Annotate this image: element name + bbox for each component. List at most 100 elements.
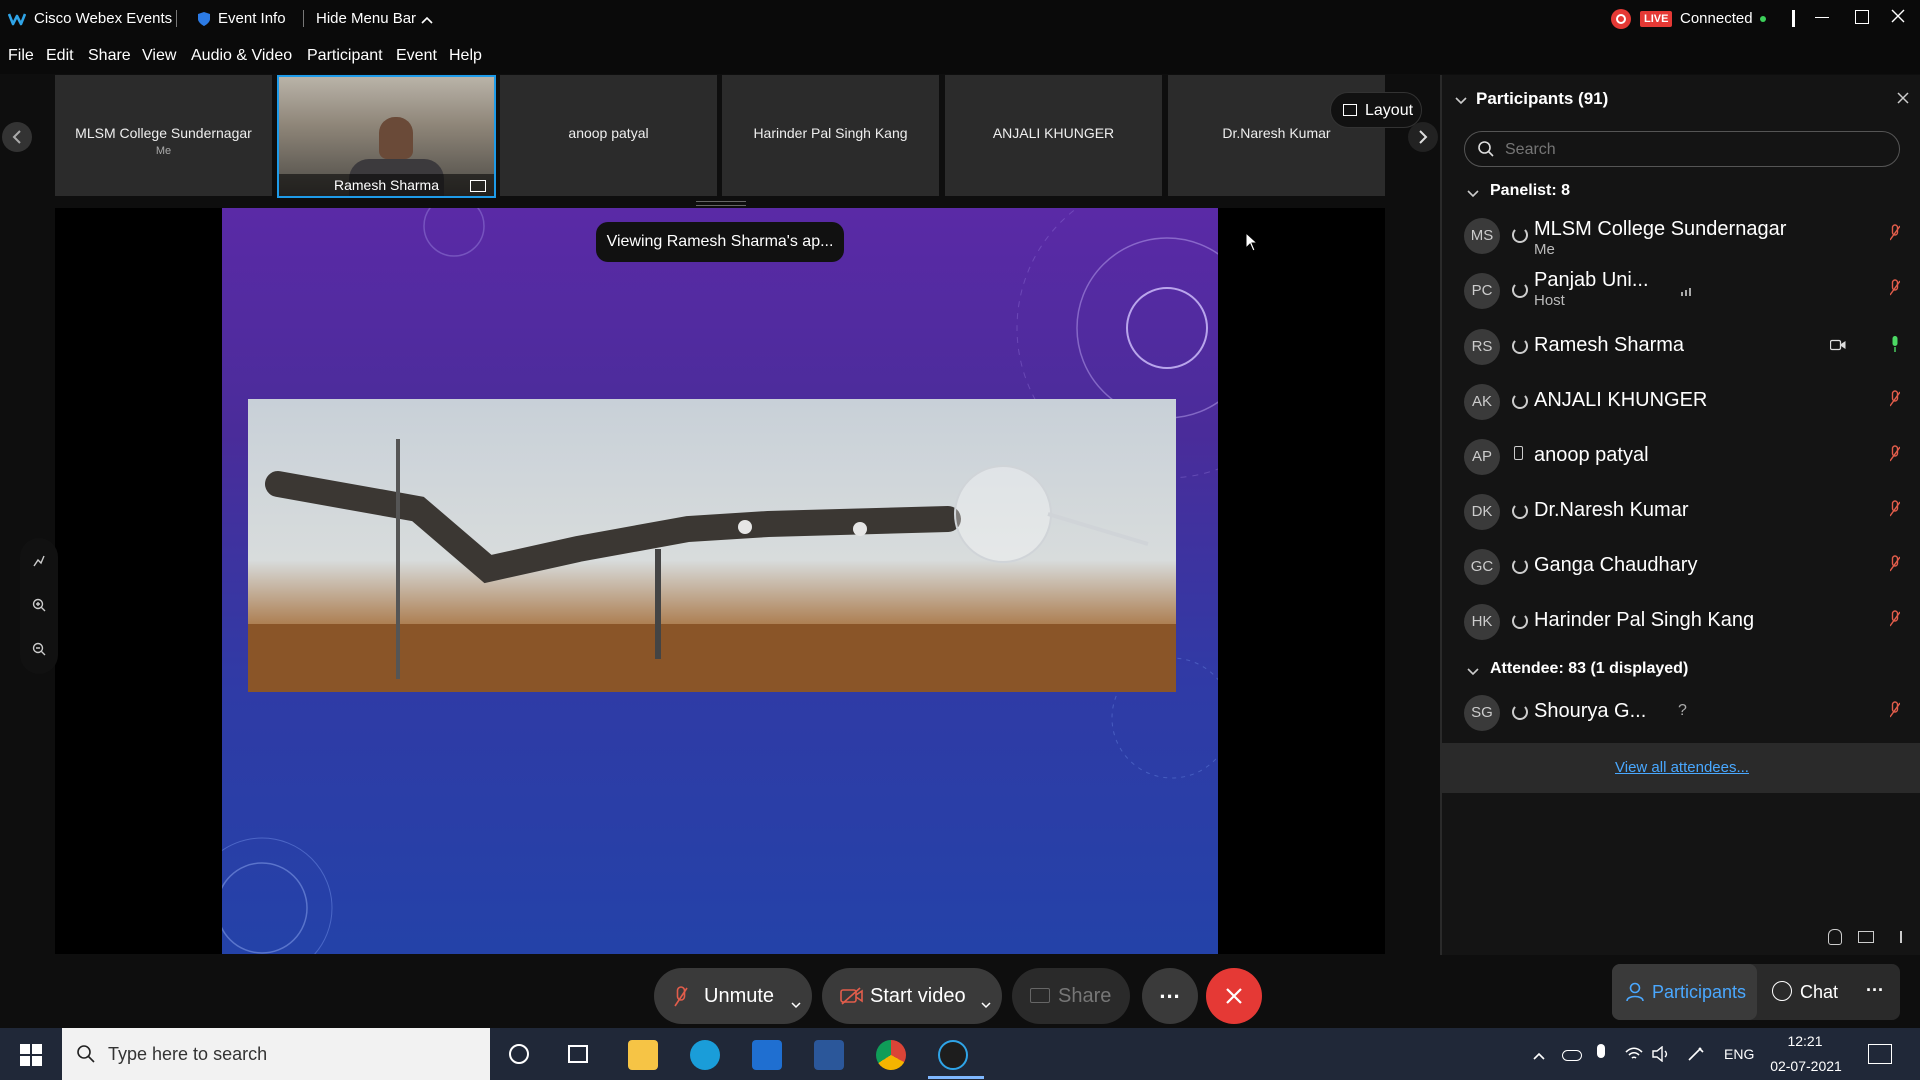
avatar: SG xyxy=(1464,695,1500,731)
announce-icon[interactable] xyxy=(1858,931,1874,943)
window-divider xyxy=(1792,10,1795,27)
view-all-attendees-link[interactable]: View all attendees... xyxy=(1442,759,1920,776)
participant-row[interactable]: AP anoop patyal xyxy=(1442,435,1920,487)
video-tile[interactable]: anoop patyal xyxy=(500,75,717,196)
participant-name: ANJALI KHUNGER xyxy=(1534,389,1708,411)
taskbar-search[interactable]: Type here to search xyxy=(62,1028,490,1080)
word-icon[interactable] xyxy=(814,1040,844,1070)
windows-start-icon[interactable] xyxy=(20,1044,42,1071)
menu-audio-video[interactable]: Audio & Video xyxy=(191,47,292,65)
participant-row[interactable]: PC Panjab Uni... Host xyxy=(1442,269,1920,321)
video-tile[interactable]: MLSM College Sundernagar Me xyxy=(55,75,272,196)
minimize-icon[interactable] xyxy=(1815,17,1829,18)
filmstrip-next-button[interactable] xyxy=(1408,122,1438,152)
chevron-down-icon[interactable] xyxy=(1466,664,1480,682)
raise-hand-icon[interactable] xyxy=(1828,929,1842,945)
muted-mic-icon[interactable] xyxy=(1889,701,1901,719)
wifi-icon[interactable] xyxy=(1624,1046,1644,1067)
video-tile-active-speaker[interactable]: Ramesh Sharma xyxy=(277,75,496,198)
muted-mic-icon[interactable] xyxy=(1889,390,1901,408)
onedrive-icon[interactable] xyxy=(1562,1050,1582,1061)
event-info-icon[interactable] xyxy=(196,11,212,32)
participant-role: Me xyxy=(1534,241,1555,258)
menu-share[interactable]: Share xyxy=(88,47,131,65)
menu-participant[interactable]: Participant xyxy=(307,47,383,65)
more-panels-icon[interactable]: ··· xyxy=(1866,980,1884,1001)
participant-row[interactable]: GC Ganga Chaudhary xyxy=(1442,545,1920,597)
mail-icon[interactable] xyxy=(752,1040,782,1070)
event-info-button[interactable]: Event Info xyxy=(218,10,286,27)
start-video-button[interactable]: Start video xyxy=(822,968,1002,1024)
participant-row[interactable]: AK ANJALI KHUNGER xyxy=(1442,380,1920,432)
muted-mic-icon[interactable] xyxy=(1889,445,1901,463)
close-panel-icon[interactable] xyxy=(1896,91,1910,110)
viewing-banner: Viewing Ramesh Sharma's ap... xyxy=(596,222,844,262)
search-input[interactable] xyxy=(1503,138,1887,162)
clock-time[interactable]: 12:21 xyxy=(1770,1033,1840,1049)
menu-file[interactable]: File xyxy=(8,47,34,65)
participants-tab[interactable]: Participants xyxy=(1612,964,1757,1020)
participant-row[interactable]: HK Harinder Pal Singh Kang xyxy=(1442,600,1920,652)
edge-browser-icon[interactable] xyxy=(690,1040,720,1070)
participant-name: Shourya G... xyxy=(1534,700,1647,722)
tile-name: MLSM College Sundernagar xyxy=(75,125,252,141)
hide-menu-bar-button[interactable]: Hide Menu Bar xyxy=(316,10,416,27)
menu-event[interactable]: Event xyxy=(396,47,437,65)
more-options-button[interactable]: ... xyxy=(1142,968,1198,1024)
muted-mic-icon[interactable] xyxy=(1889,610,1901,628)
clock-date[interactable]: 02-07-2021 xyxy=(1766,1058,1846,1074)
unmute-label: Unmute xyxy=(704,985,775,1007)
participant-row[interactable]: SG Shourya G... ? xyxy=(1442,691,1920,743)
share-button[interactable]: Share xyxy=(1012,968,1130,1024)
muted-mic-icon[interactable] xyxy=(1889,500,1901,518)
participant-name: Ganga Chaudhary xyxy=(1534,554,1698,576)
zoom-out-icon[interactable] xyxy=(32,642,46,661)
participant-row[interactable]: MS MLSM College Sundernagar Me xyxy=(1442,214,1920,266)
video-tile[interactable]: ANJALI KHUNGER xyxy=(945,75,1162,196)
tile-name: Ramesh Sharma xyxy=(279,174,494,196)
participant-name: Harinder Pal Singh Kang xyxy=(1534,609,1755,631)
restore-icon[interactable] xyxy=(1855,10,1869,24)
zoom-in-icon[interactable] xyxy=(32,598,46,617)
chevron-up-icon[interactable] xyxy=(1532,1048,1546,1066)
menu-help[interactable]: Help xyxy=(449,47,482,65)
muted-mic-icon[interactable] xyxy=(1889,224,1901,242)
webex-taskbar-icon[interactable] xyxy=(938,1040,968,1070)
panel-more-icon[interactable] xyxy=(1900,931,1902,943)
menu-edit[interactable]: Edit xyxy=(46,47,74,65)
annotate-pen-icon[interactable] xyxy=(32,554,46,573)
chevron-down-icon[interactable] xyxy=(1454,93,1468,111)
participant-row[interactable]: RS Ramesh Sharma xyxy=(1442,325,1920,377)
cortana-icon[interactable] xyxy=(509,1044,529,1064)
file-explorer-icon[interactable] xyxy=(628,1040,658,1070)
taskbar-search-placeholder: Type here to search xyxy=(108,1044,268,1064)
unmute-button[interactable]: Unmute xyxy=(654,968,812,1024)
chrome-icon[interactable] xyxy=(876,1040,906,1070)
muted-mic-icon[interactable] xyxy=(1889,279,1901,297)
panelist-header[interactable]: Panelist: 8 xyxy=(1490,182,1570,200)
leave-event-button[interactable] xyxy=(1206,968,1262,1024)
participant-search[interactable] xyxy=(1464,131,1900,167)
chevron-up-icon[interactable] xyxy=(420,12,434,30)
language-indicator[interactable]: ENG xyxy=(1724,1046,1754,1062)
chevron-down-icon[interactable] xyxy=(790,992,802,1015)
notifications-icon[interactable] xyxy=(1868,1044,1892,1064)
headset-icon xyxy=(1512,558,1528,574)
microphone-icon[interactable] xyxy=(1597,1044,1605,1058)
attendee-header[interactable]: Attendee: 83 (1 displayed) xyxy=(1490,660,1688,678)
chevron-down-icon[interactable] xyxy=(1466,186,1480,204)
pen-workspace-icon[interactable] xyxy=(1687,1046,1705,1067)
video-tile[interactable]: Harinder Pal Singh Kang xyxy=(722,75,939,196)
share-screen-icon xyxy=(470,180,486,192)
task-view-icon[interactable] xyxy=(568,1045,588,1063)
chevron-down-icon[interactable] xyxy=(980,992,992,1015)
filmstrip-resize-handle[interactable] xyxy=(696,201,746,206)
participant-row[interactable]: DK Dr.Naresh Kumar xyxy=(1442,490,1920,542)
close-window-icon[interactable] xyxy=(1890,8,1906,29)
chat-tab[interactable]: Chat xyxy=(1762,964,1852,1020)
filmstrip-prev-button[interactable] xyxy=(2,122,32,152)
active-mic-icon[interactable] xyxy=(1890,335,1900,353)
muted-mic-icon[interactable] xyxy=(1889,555,1901,573)
menu-view[interactable]: View xyxy=(142,47,176,65)
speaker-icon[interactable] xyxy=(1652,1045,1670,1067)
